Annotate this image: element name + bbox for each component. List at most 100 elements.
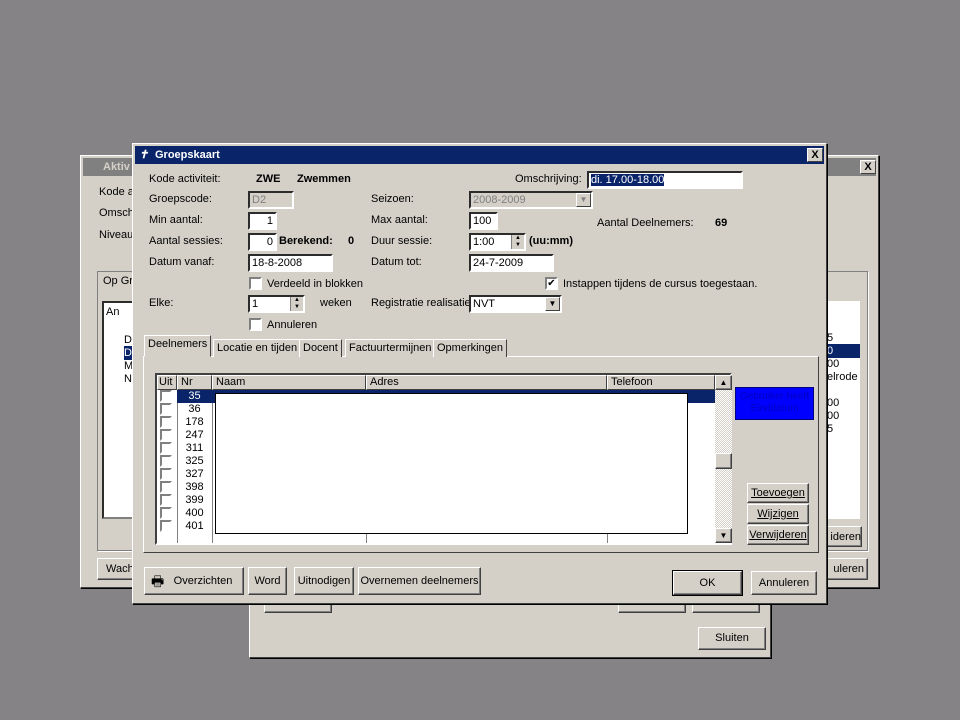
min-aantal-label: Min aantal: <box>149 214 203 226</box>
chevron-down-icon[interactable]: ▼ <box>576 193 591 207</box>
bg-right-list[interactable]: 5 0 00 elrode 00 00 5 <box>827 301 860 519</box>
seizoen-label: Seizoen: <box>371 193 414 205</box>
ok-button[interactable]: OK <box>672 570 743 596</box>
deelnemers-grid[interactable]: Uit Nr Naam Adres Telefoon 35 36 178 247 311… <box>155 373 732 545</box>
instappen-checkbox[interactable]: ✔ <box>545 277 558 290</box>
kode-activiteit-code: ZWE <box>256 173 281 185</box>
uitnodigen-button[interactable]: Uitnodigen <box>294 567 354 595</box>
bg-right-item[interactable]: 5 <box>827 331 833 345</box>
overnemen-deelnemers-button[interactable]: Overnemen deelnemers <box>358 567 481 595</box>
omschrijving-input[interactable]: di. 17.00-18.00 <box>587 171 743 189</box>
datum-tot-label: Datum tot: <box>371 256 422 268</box>
column-header-nr[interactable]: Nr <box>177 375 212 390</box>
sluiten-button[interactable]: Sluiten <box>698 627 766 650</box>
bg-list-header: An <box>106 306 120 318</box>
instappen-label: Instappen tijdens de cursus toegestaan. <box>563 278 758 290</box>
groepscode-input[interactable]: D2 <box>248 191 294 209</box>
row-nr: 400 <box>185 507 204 519</box>
uit-checkbox[interactable] <box>160 416 172 428</box>
uit-checkbox[interactable] <box>160 455 172 467</box>
row-nr: 36 <box>188 403 201 415</box>
bg-annuleren-button[interactable]: uleren <box>827 558 868 580</box>
berekend-label: Berekend: <box>279 235 333 247</box>
bg-right-item[interactable]: 00 <box>827 409 839 423</box>
spinner-arrows-icon[interactable]: ▲ ▼ <box>290 297 303 311</box>
overzichten-button[interactable]: 🖶 Overzichten <box>144 567 244 595</box>
bg-list-item[interactable]: D <box>124 346 132 360</box>
duur-sessie-label: Duur sessie: <box>371 235 433 247</box>
word-button[interactable]: Word <box>248 567 287 595</box>
row-nr: 247 <box>185 429 204 441</box>
datum-vanaf-label: Datum vanaf: <box>149 256 215 268</box>
grid-scrollbar[interactable]: ▲ ▼ <box>715 375 732 543</box>
dialog-title-bar: ✝ Groepskaart <box>135 146 824 164</box>
duur-sessie-spinner[interactable]: 1:00 ▲ ▼ <box>469 233 526 251</box>
bg-right-item[interactable]: elrode <box>827 370 858 384</box>
verwijderen-button[interactable]: Verwijderen <box>747 525 809 545</box>
tab-factuurtermijnen[interactable]: Factuurtermijnen <box>345 339 436 357</box>
uit-checkbox[interactable] <box>160 403 172 415</box>
chevron-down-icon[interactable]: ▼ <box>545 297 560 311</box>
row-nr: 325 <box>185 455 204 467</box>
bg-label-niveau: Niveau <box>99 229 134 241</box>
column-header-naam[interactable]: Naam <box>212 375 366 390</box>
aantal-deelnemers-value: 69 <box>715 217 728 229</box>
annuleren-button[interactable]: Annuleren <box>751 571 817 595</box>
tab-opmerkingen[interactable]: Opmerkingen <box>433 339 508 357</box>
column-header-telefoon[interactable]: Telefoon <box>607 375 715 390</box>
bg-right-item[interactable]: 5 <box>827 422 833 436</box>
row-nr: 399 <box>185 494 204 506</box>
aantal-sessies-label: Aantal sessies: <box>149 235 223 247</box>
bg-list-item[interactable]: D <box>124 333 132 347</box>
column-header-adres[interactable]: Adres <box>366 375 607 390</box>
max-aantal-input[interactable]: 100 <box>469 212 498 230</box>
uit-checkbox[interactable] <box>160 481 172 493</box>
uit-checkbox[interactable] <box>160 520 172 532</box>
row-nr: 398 <box>185 481 204 493</box>
bg-right-item[interactable]: 00 <box>827 396 839 410</box>
weken-label: weken <box>320 297 352 309</box>
min-aantal-input[interactable]: 1 <box>248 212 277 230</box>
uit-checkbox[interactable] <box>160 494 172 506</box>
seizoen-select[interactable]: 2008-2009 ▼ <box>469 191 593 209</box>
row-nr: 327 <box>185 468 204 480</box>
tab-locatie-en-tijden[interactable]: Locatie en tijden <box>213 339 302 357</box>
elke-spinner[interactable]: 1 ▲ ▼ <box>248 295 305 313</box>
wijzigen-button[interactable]: Wijzigen <box>747 504 809 524</box>
uit-checkbox[interactable] <box>160 390 172 402</box>
uit-checkbox[interactable] <box>160 468 172 480</box>
verdeeld-checkbox[interactable] <box>249 277 262 290</box>
column-header-uit[interactable]: Uit <box>157 375 177 390</box>
bg-verwijderen-button[interactable]: ideren <box>827 526 862 547</box>
row-nr: 35 <box>188 390 201 402</box>
annuleren-checkbox[interactable] <box>249 318 262 331</box>
kode-activiteit-name: Zwemmen <box>297 173 351 185</box>
tab-deelnemers[interactable]: Deelnemers <box>144 335 212 357</box>
max-aantal-label: Max aantal: <box>371 214 428 226</box>
bg-group-label: Op Gr <box>103 275 133 287</box>
bg-right-item[interactable]: 00 <box>827 357 839 371</box>
scroll-thumb[interactable] <box>715 453 732 469</box>
uit-checkbox[interactable] <box>160 429 172 441</box>
verdeeld-label: Verdeeld in blokken <box>267 278 364 290</box>
datum-tot-input[interactable]: 24-7-2009 <box>469 254 554 272</box>
bg-list-item[interactable]: N <box>124 372 132 386</box>
toevoegen-button[interactable]: Toevoegen <box>747 483 809 503</box>
aantal-deelnemers-label: Aantal Deelnemers: <box>597 217 694 229</box>
tab-docent[interactable]: Docent <box>299 339 342 357</box>
bg-close-button[interactable]: X <box>860 160 876 174</box>
bg-right-item[interactable]: 0 <box>827 344 860 358</box>
dialog-title: Groepskaart <box>155 149 220 161</box>
annuleren-label: Annuleren <box>267 319 318 331</box>
spinner-arrows-icon[interactable]: ▲ ▼ <box>511 235 524 249</box>
grid-body: 35 36 178 247 311 325 327 398 399 400 401 <box>157 390 715 543</box>
close-button[interactable]: X <box>807 148 823 162</box>
aantal-sessies-input[interactable]: 0 <box>248 233 277 251</box>
uit-checkbox[interactable] <box>160 507 172 519</box>
scroll-up-arrow-icon[interactable]: ▲ <box>715 375 732 390</box>
registratie-select[interactable]: NVT ▼ <box>469 295 562 313</box>
datum-vanaf-input[interactable]: 18-8-2008 <box>248 254 333 272</box>
scroll-down-arrow-icon[interactable]: ▼ <box>715 528 732 543</box>
kode-activiteit-label: Kode activiteit: <box>149 173 221 185</box>
uit-checkbox[interactable] <box>160 442 172 454</box>
